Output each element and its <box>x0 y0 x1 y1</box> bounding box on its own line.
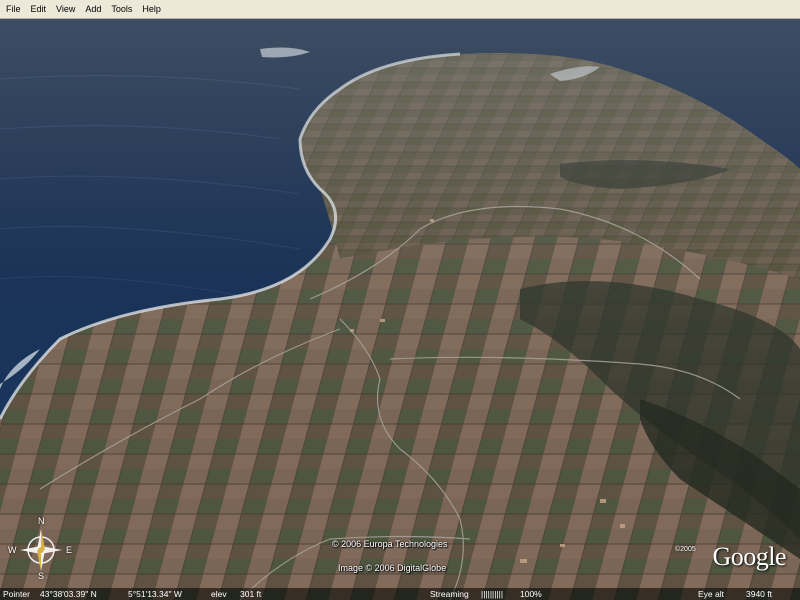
streaming-label: Streaming <box>430 589 469 599</box>
menu-view[interactable]: View <box>51 0 80 18</box>
map-3d-view[interactable]: N S W E © 2006 Europa Technologies Image… <box>0 19 800 600</box>
menu-tools[interactable]: Tools <box>106 0 137 18</box>
pointer-latitude: 43°38'03.39" N <box>40 589 97 599</box>
menu-file[interactable]: File <box>0 0 26 18</box>
google-logo: Google <box>712 542 786 571</box>
terrain-imagery <box>0 19 800 600</box>
menu-edit[interactable]: Edit <box>26 0 52 18</box>
status-bar: Pointer 43°38'03.39" N 5°51'13.34" W ele… <box>0 588 800 600</box>
logo-year: ©2005 <box>675 546 696 553</box>
compass-north: N <box>38 516 45 526</box>
copyright-digitalglobe: Image © 2006 DigitalGlobe <box>338 563 447 573</box>
eye-alt-label: Eye alt <box>698 589 724 599</box>
compass-south: S <box>38 571 45 581</box>
elevation-value: 301 ft <box>240 589 262 599</box>
menu-add[interactable]: Add <box>80 0 106 18</box>
compass-west: W <box>8 545 17 555</box>
menu-help[interactable]: Help <box>137 0 166 18</box>
pointer-longitude: 5°51'13.34" W <box>128 589 182 599</box>
elevation-label: elev <box>211 589 227 599</box>
streaming-progress-bar: |||||||||| <box>481 589 504 599</box>
eye-alt-value: 3940 ft <box>746 589 772 599</box>
compass-control[interactable]: N S W E <box>8 516 73 581</box>
menu-bar: File Edit View Add Tools Help <box>0 0 800 19</box>
copyright-europa: © 2006 Europa Technologies <box>332 539 448 549</box>
pointer-label: Pointer <box>3 589 30 599</box>
streaming-percent: 100% <box>520 589 542 599</box>
compass-east: E <box>66 545 73 555</box>
